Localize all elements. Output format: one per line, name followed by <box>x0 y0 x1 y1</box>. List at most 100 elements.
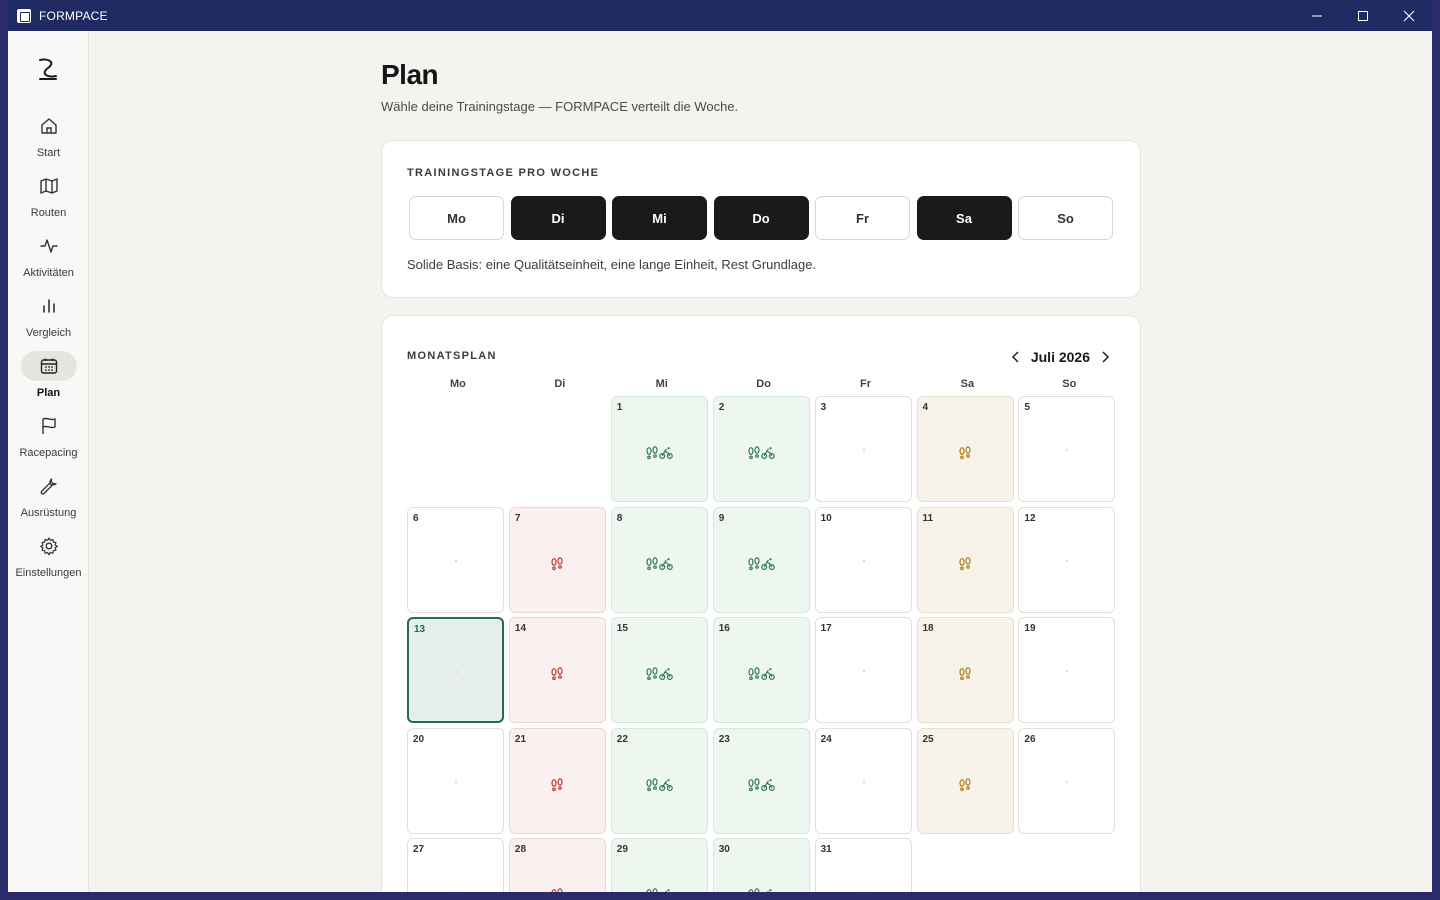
calendar-day[interactable]: 23 <box>712 727 810 834</box>
calendar-day[interactable]: 20 <box>407 727 504 834</box>
calendar-day[interactable]: 27 <box>407 838 504 892</box>
day-toggle-so[interactable]: So <box>1018 196 1113 240</box>
sidebar-item-label: Start <box>36 147 61 159</box>
footprints-icon <box>551 888 563 892</box>
footprints-icon <box>959 446 971 460</box>
calendar-day[interactable]: 15 <box>610 617 708 723</box>
day-number: 17 <box>820 623 832 634</box>
calendar-day[interactable]: 29 <box>610 838 708 892</box>
calendar-icon <box>40 358 57 374</box>
footprints-icon <box>959 556 971 570</box>
home-icon <box>40 118 57 134</box>
sidebar-item-routen[interactable]: Routen <box>8 171 89 227</box>
sidebar-item-vergleich[interactable]: Vergleich <box>8 291 89 347</box>
calendar-day[interactable]: 22 <box>610 727 708 834</box>
calendar-day[interactable]: 1 <box>610 396 708 502</box>
workout-indicator <box>918 446 1013 465</box>
rest-day-marker <box>456 671 458 673</box>
day-toggle-do[interactable]: Do <box>713 196 809 240</box>
calendar-day[interactable]: 7 <box>508 506 606 613</box>
calendar-day[interactable]: 19 <box>1018 617 1116 723</box>
calendar-day[interactable]: 30 <box>712 838 810 892</box>
calendar-day-today[interactable]: 13 <box>407 617 504 723</box>
calendar-day[interactable]: 28 <box>508 838 606 892</box>
day-number: 18 <box>922 623 934 634</box>
calendar-day[interactable]: 21 <box>508 727 606 834</box>
maximize-icon <box>1358 10 1368 21</box>
calendar-day[interactable]: 8 <box>610 506 708 613</box>
sidebar-item-ausr-stung[interactable]: Ausrüstung <box>8 471 89 527</box>
footprints-icon <box>551 556 563 570</box>
day-toggle-sa[interactable]: Sa <box>916 196 1012 240</box>
bar-chart-icon <box>42 299 55 313</box>
sidebar-item-aktivit-ten[interactable]: Aktivitäten <box>8 231 89 287</box>
calendar-day[interactable]: 11 <box>916 506 1014 613</box>
training-days-note: Solide Basis: eine Qualitätseinheit, ein… <box>407 257 817 272</box>
calendar-day[interactable]: 10 <box>814 506 912 613</box>
sidebar-item-plan[interactable]: Plan <box>8 351 89 407</box>
day-number: 4 <box>922 402 929 413</box>
calendar-day[interactable]: 18 <box>916 617 1014 723</box>
title-bar: FORMPACE <box>8 0 1432 31</box>
sidebar-item-label: Ausrüstung <box>20 507 77 519</box>
day-number: 14 <box>514 623 527 634</box>
footprints-icon <box>959 667 971 681</box>
sidebar-item-racepacing[interactable]: Racepacing <box>8 411 89 467</box>
page-title: Plan <box>381 59 439 90</box>
rest-day-marker <box>862 559 865 562</box>
footprints-icon <box>748 777 760 791</box>
cycling-icon <box>665 889 670 892</box>
workout-indicator <box>612 777 707 797</box>
day-toggle-fr[interactable]: Fr <box>815 196 910 240</box>
day-toggle-mo[interactable]: Mo <box>409 196 504 240</box>
day-number: 26 <box>1024 733 1036 745</box>
sidebar-item-einstellungen[interactable]: Einstellungen <box>8 531 89 587</box>
day-number: 31 <box>820 844 832 855</box>
footprints-icon <box>646 777 658 791</box>
calendar-day[interactable]: 2 <box>712 396 810 502</box>
minimize-button[interactable] <box>1294 0 1340 31</box>
rest-day-marker <box>1066 670 1069 672</box>
app-window: Start Routen Aktivitäten Vergleich Plan Racep… <box>8 31 1432 892</box>
sidebar-item-label: Aktivitäten <box>23 267 74 279</box>
chevron-left-icon <box>1011 351 1019 363</box>
calendar-day[interactable]: 12 <box>1018 506 1116 613</box>
day-toggle-di[interactable]: Di <box>510 196 606 240</box>
close-button[interactable] <box>1386 0 1432 31</box>
calendar-day[interactable]: 6 <box>407 506 504 613</box>
rest-day-marker <box>1066 780 1069 783</box>
maximize-button[interactable] <box>1340 0 1386 31</box>
sidebar-item-start[interactable]: Start <box>8 111 89 167</box>
calendar-day[interactable]: 3 <box>814 396 912 502</box>
calendar-day[interactable]: 9 <box>712 506 810 613</box>
prev-month-button[interactable] <box>1005 346 1027 368</box>
calendar-day[interactable]: 4 <box>916 396 1014 502</box>
calendar-day[interactable]: 24 <box>814 727 912 834</box>
close-icon <box>1403 10 1415 21</box>
day-toggle-mi[interactable]: Mi <box>612 196 707 240</box>
day-number: 15 <box>616 623 628 634</box>
calendar-day[interactable]: 26 <box>1018 727 1116 834</box>
calendar-day[interactable]: 5 <box>1018 396 1116 502</box>
calendar-day[interactable]: 25 <box>916 727 1014 834</box>
calendar-day[interactable]: 31 <box>814 838 912 892</box>
calendar-day[interactable]: 17 <box>814 617 912 723</box>
day-number: 13 <box>414 624 426 635</box>
workout-indicator <box>510 777 605 797</box>
sidebar: Start Routen Aktivitäten Vergleich Plan Racep… <box>8 31 89 892</box>
footprints-icon <box>748 667 760 681</box>
footprints-icon <box>748 446 760 460</box>
weekday-label: Sa <box>960 378 975 390</box>
day-number: 1 <box>616 402 623 413</box>
cycling-icon <box>767 889 772 892</box>
day-number: 8 <box>616 512 623 524</box>
calendar-day[interactable]: 14 <box>508 617 606 723</box>
workout-indicator <box>918 777 1013 797</box>
calendar-day[interactable]: 16 <box>712 617 810 723</box>
cycling-icon <box>761 447 775 460</box>
flag-icon <box>41 417 56 434</box>
chevron-right-icon <box>1102 351 1110 363</box>
footprints-icon <box>748 888 760 892</box>
day-number: 11 <box>922 512 934 524</box>
next-month-button[interactable] <box>1094 346 1116 368</box>
